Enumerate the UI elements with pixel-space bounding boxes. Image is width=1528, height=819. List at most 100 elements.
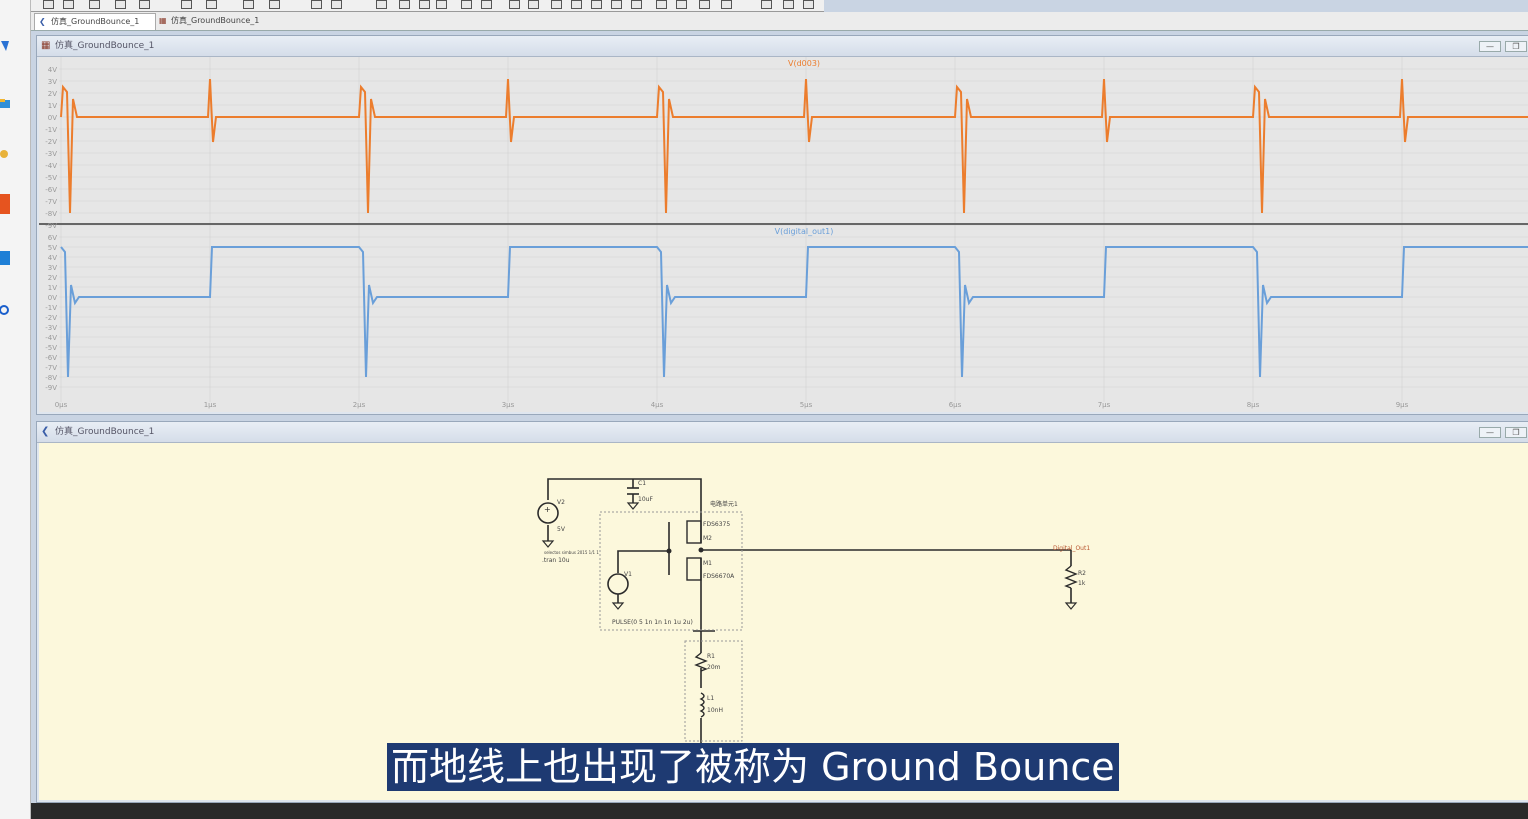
y-tick-label: -1V bbox=[45, 304, 57, 312]
y-tick-label: -9V bbox=[45, 384, 57, 392]
resistor-icon[interactable] bbox=[551, 0, 562, 9]
y-tick-label: -4V bbox=[45, 162, 57, 170]
component-icon[interactable] bbox=[631, 0, 642, 9]
paste-icon[interactable] bbox=[419, 0, 430, 9]
probe-icon[interactable] bbox=[115, 0, 126, 9]
v2-value: 5V bbox=[557, 526, 566, 533]
x-tick-label: 1µs bbox=[204, 401, 217, 409]
zoom-in-icon[interactable] bbox=[181, 0, 192, 9]
text-icon[interactable] bbox=[761, 0, 772, 9]
restore-button[interactable]: ❐ bbox=[1505, 41, 1527, 52]
bom-icon[interactable] bbox=[803, 0, 814, 9]
resistor-r2 bbox=[1064, 565, 1078, 589]
y-tick-label: -4V bbox=[45, 334, 57, 342]
ground-symbol bbox=[626, 502, 640, 510]
diode-icon[interactable] bbox=[611, 0, 622, 9]
office-icon[interactable] bbox=[0, 194, 10, 214]
waveform-panel-title: 仿真_GroundBounce_1 bbox=[55, 41, 155, 51]
circuit-unit-box bbox=[599, 511, 743, 631]
inductor-icon[interactable] bbox=[591, 0, 602, 9]
y-tick-label: -7V bbox=[45, 364, 57, 372]
key-icon[interactable] bbox=[0, 146, 10, 160]
tab-label: 仿真_GroundBounce_1 bbox=[171, 16, 260, 25]
l1-value: 10nH bbox=[707, 707, 723, 714]
ground-symbol bbox=[1064, 602, 1078, 610]
toolbar bbox=[31, 0, 824, 12]
y-tick-label: 3V bbox=[48, 78, 57, 86]
pin-icon[interactable] bbox=[0, 38, 10, 52]
capacitor-icon[interactable] bbox=[571, 0, 582, 9]
redo-icon[interactable] bbox=[721, 0, 732, 9]
grid-icon[interactable] bbox=[311, 0, 322, 9]
cut-icon[interactable] bbox=[376, 0, 387, 9]
table-icon[interactable] bbox=[461, 0, 472, 9]
undo-icon[interactable] bbox=[699, 0, 710, 9]
y-tick-label: -1V bbox=[45, 126, 57, 134]
browser-icon[interactable] bbox=[0, 302, 10, 316]
zoom-fit-icon[interactable] bbox=[243, 0, 254, 9]
cursor-icon[interactable] bbox=[139, 0, 150, 9]
ground-icon[interactable] bbox=[528, 0, 539, 9]
app-icon[interactable] bbox=[0, 250, 10, 265]
wire-icon[interactable] bbox=[509, 0, 520, 9]
save-icon[interactable] bbox=[89, 0, 100, 9]
x-tick-label: 6µs bbox=[949, 401, 962, 409]
y-tick-label: 0V bbox=[48, 114, 57, 122]
y-tick-label: 6V bbox=[48, 234, 57, 242]
x-tick-label: 9µs bbox=[1396, 401, 1409, 409]
fds6670a-label: FDS6670A bbox=[703, 573, 735, 580]
rotate-icon[interactable] bbox=[656, 0, 667, 9]
minimize-button[interactable]: — bbox=[1479, 427, 1501, 438]
y-tick-label: 4V bbox=[48, 254, 57, 262]
y-tick-label: -8V bbox=[45, 210, 57, 218]
tab-waveform[interactable]: ▦ 仿真_GroundBounce_1 bbox=[155, 13, 277, 29]
y-tick-label: -2V bbox=[45, 314, 57, 322]
m2-label: M2 bbox=[703, 535, 712, 542]
mirror-icon[interactable] bbox=[676, 0, 687, 9]
restore-button[interactable]: ❐ bbox=[1505, 427, 1527, 438]
m1-label: M1 bbox=[703, 560, 712, 567]
left-app-strip bbox=[0, 0, 31, 819]
open-icon[interactable] bbox=[63, 0, 74, 9]
pan-icon[interactable] bbox=[269, 0, 280, 9]
y-tick-label: -2V bbox=[45, 138, 57, 146]
top-rail-wire bbox=[547, 478, 702, 523]
x-tick-label: 8µs bbox=[1247, 401, 1260, 409]
minimize-button[interactable]: — bbox=[1479, 41, 1501, 52]
tab-label: 仿真_GroundBounce_1 bbox=[51, 17, 140, 26]
ground-symbol bbox=[611, 602, 625, 610]
y-tick-label: -5V bbox=[45, 174, 57, 182]
window-icon[interactable] bbox=[331, 0, 342, 9]
waveform-panel: ▦ 仿真_GroundBounce_1 — ❐ V(d003) V(digita… bbox=[36, 35, 1528, 415]
main-workspace: ❮ 仿真_GroundBounce_1 ▦ 仿真_GroundBounce_1 … bbox=[31, 0, 1528, 819]
v1-label: V1 bbox=[624, 571, 632, 578]
r2-label: R2 bbox=[1078, 570, 1086, 577]
zoom-out-icon[interactable] bbox=[206, 0, 217, 9]
list-icon[interactable] bbox=[481, 0, 492, 9]
y-tick-label: 4V bbox=[48, 66, 57, 74]
l1-label: L1 bbox=[707, 695, 714, 702]
fds6375-label: FDS6375 bbox=[703, 521, 730, 528]
folder-icon[interactable] bbox=[0, 96, 10, 110]
blue-trace bbox=[60, 246, 1528, 378]
v2-label: V2 bbox=[557, 499, 565, 506]
y-tick-label: -8V bbox=[45, 374, 57, 382]
spice-icon[interactable] bbox=[783, 0, 794, 9]
r1-value: 20m bbox=[707, 664, 721, 671]
print-icon[interactable] bbox=[436, 0, 447, 9]
tran-directive: .tran 10u bbox=[542, 557, 570, 564]
schematic-icon: ❮ bbox=[41, 426, 50, 437]
x-tick-label: 3µs bbox=[502, 401, 515, 409]
x-tick-label: 7µs bbox=[1098, 401, 1111, 409]
run-icon[interactable] bbox=[43, 0, 54, 9]
y-tick-label: 3V bbox=[48, 264, 57, 272]
waveform-plot-area[interactable]: V(d003) V(digital_out1) 4V 3V 2V 1V 0V -1V -2V… bbox=[39, 57, 1528, 412]
schematic-tab-icon: ❮ bbox=[39, 17, 46, 26]
copy-icon[interactable] bbox=[399, 0, 410, 9]
y-tick-label: 0V bbox=[48, 294, 57, 302]
gate-wire bbox=[617, 550, 669, 573]
r2-value: 1k bbox=[1078, 580, 1086, 587]
tab-schematic[interactable]: ❮ 仿真_GroundBounce_1 bbox=[34, 13, 156, 30]
pulse-label: PULSE(0 5 1n 1n 1n 1u 2u) bbox=[612, 619, 693, 626]
x-tick-label: 4µs bbox=[651, 401, 664, 409]
